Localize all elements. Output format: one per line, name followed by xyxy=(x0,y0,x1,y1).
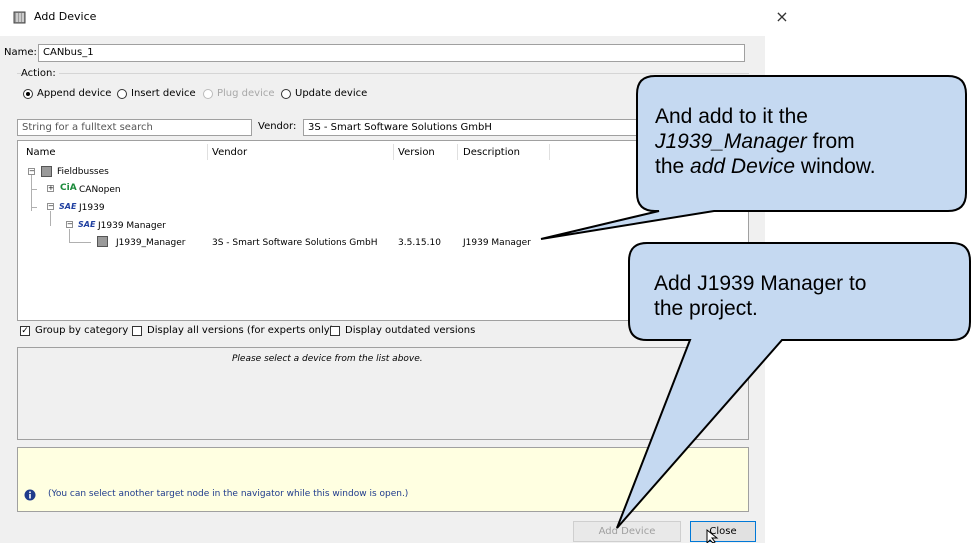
name-label: Name: xyxy=(4,47,37,58)
display-all-versions-label: Display all versions (for experts only) xyxy=(147,325,334,336)
tree-item-j1939[interactable]: J1939 xyxy=(79,203,105,213)
display-outdated-checkbox[interactable] xyxy=(330,326,340,336)
fulltext-search-input[interactable]: String for a fulltext search xyxy=(17,119,252,136)
column-header-name[interactable]: Name xyxy=(26,147,56,158)
plug-device-label: Plug device xyxy=(217,88,275,99)
callout-first-line2-rest: from xyxy=(806,130,855,153)
callout-first-italic-window: add Device xyxy=(690,155,796,178)
action-label: Action: xyxy=(21,68,59,79)
group-by-category-checkbox[interactable]: ✓ xyxy=(20,326,30,336)
callout-first-line3-post: window. xyxy=(795,155,876,178)
update-device-label: Update device xyxy=(295,88,368,99)
hint-message: (You can select another target node in t… xyxy=(48,489,409,499)
tree-item-fieldbusses[interactable]: Fieldbusses xyxy=(57,167,109,177)
add-device-button[interactable]: Add Device xyxy=(573,521,681,542)
close-icon[interactable]: × xyxy=(772,8,792,26)
collapse-icon[interactable]: − xyxy=(66,221,73,228)
info-message: Please select a device from the list abo… xyxy=(232,354,423,364)
column-header-version[interactable]: Version xyxy=(398,147,435,158)
info-icon xyxy=(24,489,36,501)
device-row-description: J1939 Manager xyxy=(463,238,531,248)
display-outdated-label: Display outdated versions xyxy=(345,325,476,336)
expand-icon[interactable]: + xyxy=(47,185,54,192)
column-header-vendor[interactable]: Vendor xyxy=(212,147,247,158)
insert-device-label: Insert device xyxy=(131,88,196,99)
callout-first-line3: the add Device window. xyxy=(655,154,955,179)
name-input[interactable]: CANbus_1 xyxy=(38,44,745,62)
callout-first-line2: J1939_Manager from xyxy=(655,129,955,154)
callout-first-italic-device: J1939_Manager xyxy=(655,130,807,153)
device-row-version: 3.5.15.10 xyxy=(398,238,441,248)
device-row-name[interactable]: J1939_Manager xyxy=(116,238,186,248)
callout-text-first: And add to it the J1939_Manager from the… xyxy=(655,104,955,179)
callout-first-line3-pre: the xyxy=(655,155,691,178)
group-by-category-label: Group by category xyxy=(35,325,129,336)
device-icon xyxy=(13,11,26,24)
radio-plug-device xyxy=(203,89,213,99)
tree-line xyxy=(69,229,70,242)
device-row-vendor: 3S - Smart Software Solutions GmbH xyxy=(212,238,378,248)
column-header-description[interactable]: Description xyxy=(463,147,520,158)
close-button[interactable]: Close xyxy=(690,521,756,542)
sae-logo-icon: SAE xyxy=(59,202,77,211)
callout-second-line1: Add J1939 Manager to xyxy=(654,272,867,295)
tree-line xyxy=(69,242,91,243)
action-divider xyxy=(17,73,749,74)
display-all-versions-checkbox[interactable] xyxy=(132,326,142,336)
device-icon xyxy=(97,236,108,247)
column-separator xyxy=(457,144,458,160)
column-separator xyxy=(549,144,550,160)
hint-panel xyxy=(17,447,749,512)
tree-line xyxy=(31,189,37,190)
collapse-icon[interactable]: − xyxy=(28,168,35,175)
tree-line xyxy=(31,207,37,208)
radio-insert-device[interactable] xyxy=(117,89,127,99)
column-separator xyxy=(207,144,208,160)
cia-logo-icon: CiA xyxy=(60,183,77,193)
fieldbus-icon xyxy=(41,166,52,177)
tree-line xyxy=(31,175,32,211)
vendor-label: Vendor: xyxy=(258,121,297,132)
tree-item-canopen[interactable]: CANopen xyxy=(79,185,121,195)
radio-append-device[interactable] xyxy=(23,89,33,99)
radio-update-device[interactable] xyxy=(281,89,291,99)
window-title: Add Device xyxy=(34,10,97,23)
title-bar: Add Device × xyxy=(0,0,980,36)
column-separator xyxy=(393,144,394,160)
callout-second-line2: the project. xyxy=(654,297,758,320)
append-device-label: Append device xyxy=(37,88,112,99)
callout-text-second: Add J1939 Manager to the project. xyxy=(654,271,964,321)
collapse-icon[interactable]: − xyxy=(47,203,54,210)
tree-item-j1939-manager-group[interactable]: J1939 Manager xyxy=(98,221,166,231)
sae-logo-icon: SAE xyxy=(78,220,96,229)
callout-first-line1: And add to it the xyxy=(655,105,808,128)
tree-line xyxy=(50,211,51,226)
